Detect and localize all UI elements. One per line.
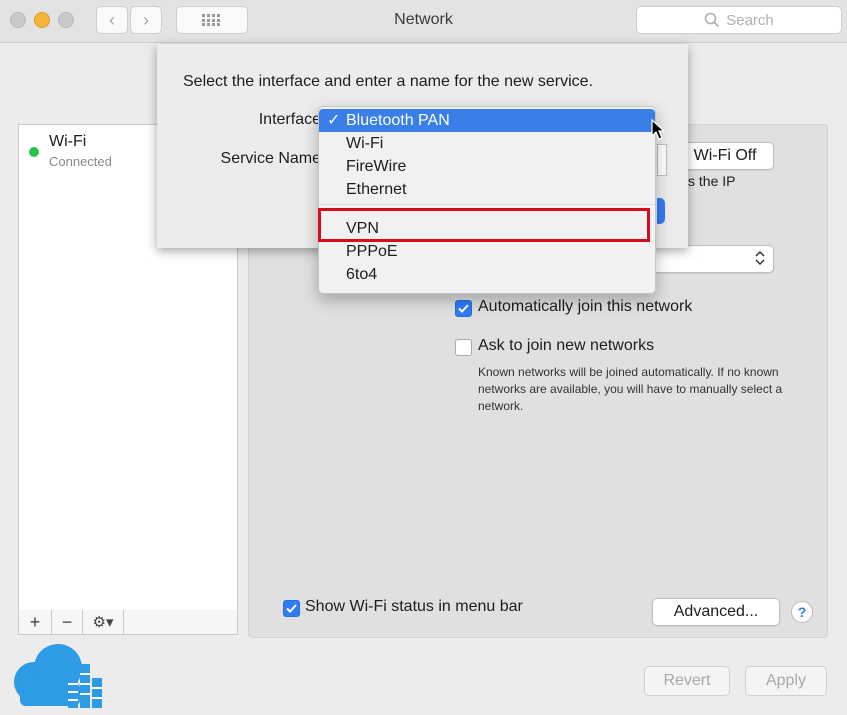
service-name: Wi-Fi [49, 133, 87, 150]
toolbar-filler [124, 610, 237, 634]
service-status: Connected [49, 154, 112, 169]
auto-join-label: Automatically join this network [478, 298, 693, 315]
search-field[interactable]: Search [636, 6, 842, 34]
service-name-field[interactable] [657, 144, 667, 176]
search-icon [704, 12, 720, 28]
checkmark-icon [286, 604, 297, 613]
minus-icon: − [61, 611, 73, 632]
cloud-logo-icon [14, 644, 102, 708]
wifi-off-button[interactable]: Wi-Fi Off [676, 142, 774, 170]
ask-join-label: Ask to join new networks [478, 337, 655, 354]
show-status-checkbox[interactable] [283, 600, 300, 617]
sheet-prompt: Select the interface and enter a name fo… [183, 73, 594, 90]
service-name-label: Service Name [220, 150, 321, 167]
dropdown-option[interactable]: Wi-Fi [319, 132, 655, 155]
ask-join-checkbox[interactable] [455, 339, 472, 356]
search-placeholder: Search [726, 11, 774, 29]
add-service-button[interactable]: + [19, 610, 52, 634]
revert-button[interactable]: Revert [644, 666, 730, 696]
checkmark-icon [458, 304, 469, 313]
mouse-cursor-icon [651, 119, 665, 140]
interface-label: Interface [258, 111, 321, 128]
dropdown-option[interactable]: FireWire [319, 155, 655, 178]
interface-dropdown[interactable]: ✓ Bluetooth PAN Wi-Fi FireWire Ethernet … [318, 106, 656, 294]
service-list-toolbar: + − ⚙▾ [18, 610, 238, 635]
checkmark-icon: ✓ [327, 112, 341, 129]
advanced-button[interactable]: Advanced... [652, 598, 780, 626]
gear-icon: ⚙▾ [92, 614, 114, 631]
ask-join-note: Known networks will be joined automatica… [478, 365, 783, 413]
status-dot-icon [29, 147, 39, 157]
help-button[interactable]: ? [791, 601, 813, 623]
dropdown-option[interactable]: Ethernet [319, 178, 655, 201]
updown-chevron-icon [755, 251, 765, 265]
dropdown-option[interactable]: PPPoE [319, 240, 655, 263]
dropdown-separator [319, 204, 655, 205]
plus-icon: + [29, 611, 41, 632]
ip-description-text: s the IP [688, 173, 736, 189]
auto-join-checkbox[interactable] [455, 300, 472, 317]
action-menu-button[interactable]: ⚙▾ [83, 610, 124, 634]
create-button[interactable] [657, 198, 665, 224]
dropdown-option[interactable]: ✓ Bluetooth PAN [319, 109, 655, 132]
remove-service-button[interactable]: − [52, 610, 83, 634]
question-icon: ? [797, 604, 807, 620]
show-status-label: Show Wi-Fi status in menu bar [305, 598, 523, 615]
dropdown-option[interactable]: 6to4 [319, 263, 655, 286]
highlight-box [318, 208, 650, 242]
apply-button[interactable]: Apply [745, 666, 827, 696]
